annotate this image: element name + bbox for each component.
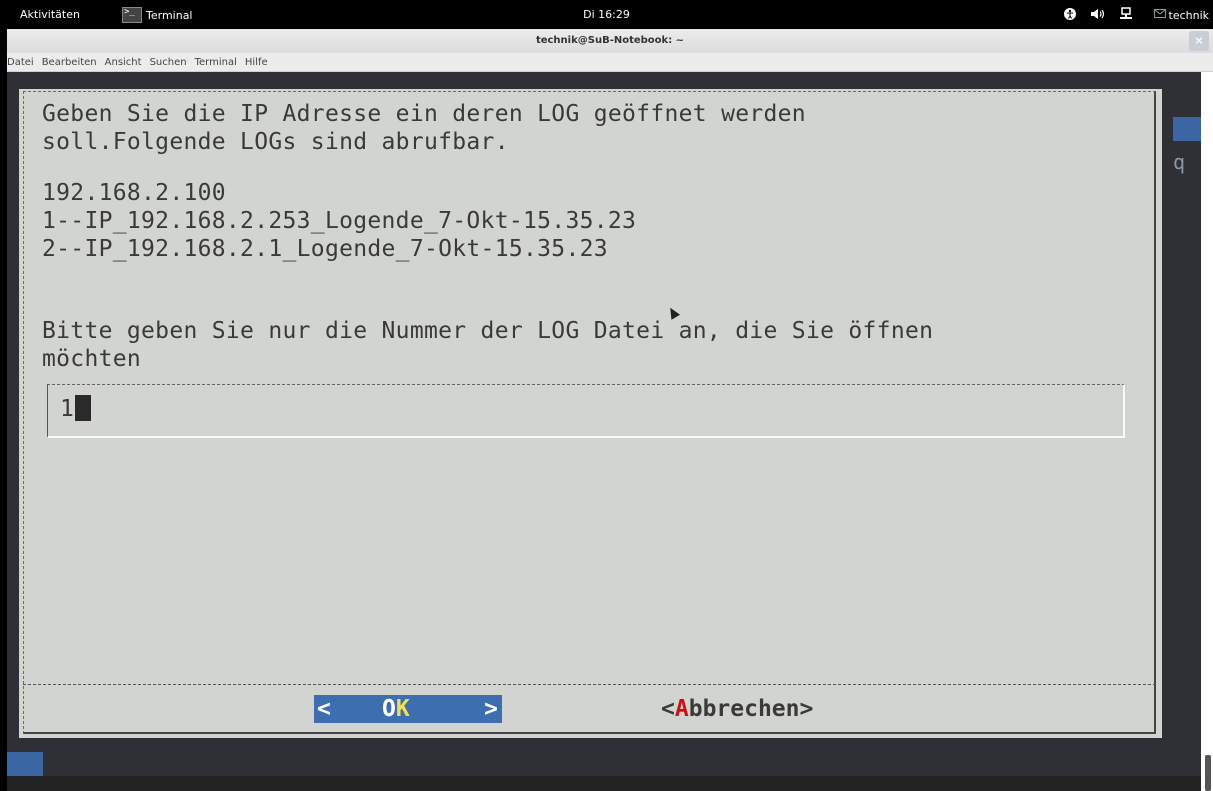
window-title: technik@SuB-Notebook: ~: [535, 35, 685, 46]
log-number-input[interactable]: 1: [47, 384, 1125, 438]
user-name: technik: [1168, 8, 1210, 22]
activities-button[interactable]: Aktivitäten: [20, 8, 80, 21]
menu-ansicht[interactable]: Ansicht: [105, 57, 142, 68]
prompt-text-line2: soll.Folgende LOGs sind abrufbar.: [42, 129, 509, 155]
app-menu-label: Terminal: [146, 8, 193, 22]
close-button[interactable]: ×: [1189, 31, 1209, 51]
network-icon[interactable]: [1112, 6, 1140, 24]
scrollbar[interactable]: [1201, 72, 1213, 791]
user-status-icon: [1153, 9, 1166, 21]
ok-label-o: O: [382, 696, 396, 722]
accessibility-icon[interactable]: [1056, 7, 1084, 23]
log-entry-2: 2--IP_192.168.2.1_Logende_7-Okt-15.35.23: [42, 236, 608, 262]
terminal-window: technik@SuB-Notebook: ~ × Datei Bearbeit…: [7, 29, 1213, 791]
ok-right-bracket: >: [484, 696, 498, 722]
terminal-background-highlight: [7, 752, 43, 776]
user-menu[interactable]: technik: [1153, 8, 1210, 22]
button-separator: [23, 684, 1156, 685]
menu-suchen[interactable]: Suchen: [150, 57, 187, 68]
text-cursor: [74, 395, 91, 421]
clock[interactable]: Di 16:29: [583, 8, 630, 21]
input-value: 1: [60, 396, 74, 422]
log-entry-1: 1--IP_192.168.2.253_Logende_7-Okt-15.35.…: [42, 208, 637, 234]
terminal-background-glyph: q: [1173, 150, 1186, 174]
cancel-label: bbrechen>: [688, 696, 814, 722]
question-text-line2: möchten: [42, 346, 142, 372]
window-titlebar[interactable]: technik@SuB-Notebook: ~ ×: [7, 29, 1213, 53]
menu-terminal[interactable]: Terminal: [195, 57, 237, 68]
top-bar: Aktivitäten >_ Terminal Di 16:29 technik: [0, 0, 1213, 29]
cancel-button[interactable]: <Abbrechen>: [661, 695, 813, 723]
volume-icon[interactable]: [1084, 8, 1112, 23]
ok-hotkey: K: [395, 696, 410, 722]
ok-left-bracket: <: [317, 696, 331, 722]
cancel-left-bracket: <: [661, 696, 675, 722]
terminal-app-icon: >_: [122, 7, 142, 23]
terminal-background-highlight: [1173, 117, 1201, 141]
menu-bar: Datei Bearbeiten Ansicht Suchen Terminal…: [7, 53, 1213, 72]
ok-button[interactable]: < OK >: [314, 695, 502, 723]
menu-datei[interactable]: Datei: [7, 57, 34, 68]
menu-hilfe[interactable]: Hilfe: [245, 57, 268, 68]
prompt-text-line1: Geben Sie die IP Adresse ein deren LOG g…: [42, 101, 806, 127]
menu-bearbeiten[interactable]: Bearbeiten: [42, 57, 97, 68]
cancel-hotkey: A: [674, 696, 689, 722]
terminal-background-bar: [7, 776, 1201, 791]
app-menu[interactable]: >_ Terminal: [122, 6, 193, 24]
scrollbar-thumb[interactable]: [1205, 755, 1211, 791]
question-text-line1: Bitte geben Sie nur die Nummer der LOG D…: [42, 318, 934, 344]
ip-address: 192.168.2.100: [42, 180, 226, 206]
input-dialog: Geben Sie die IP Adresse ein deren LOG g…: [19, 89, 1162, 738]
system-tray: technik: [1056, 5, 1213, 25]
